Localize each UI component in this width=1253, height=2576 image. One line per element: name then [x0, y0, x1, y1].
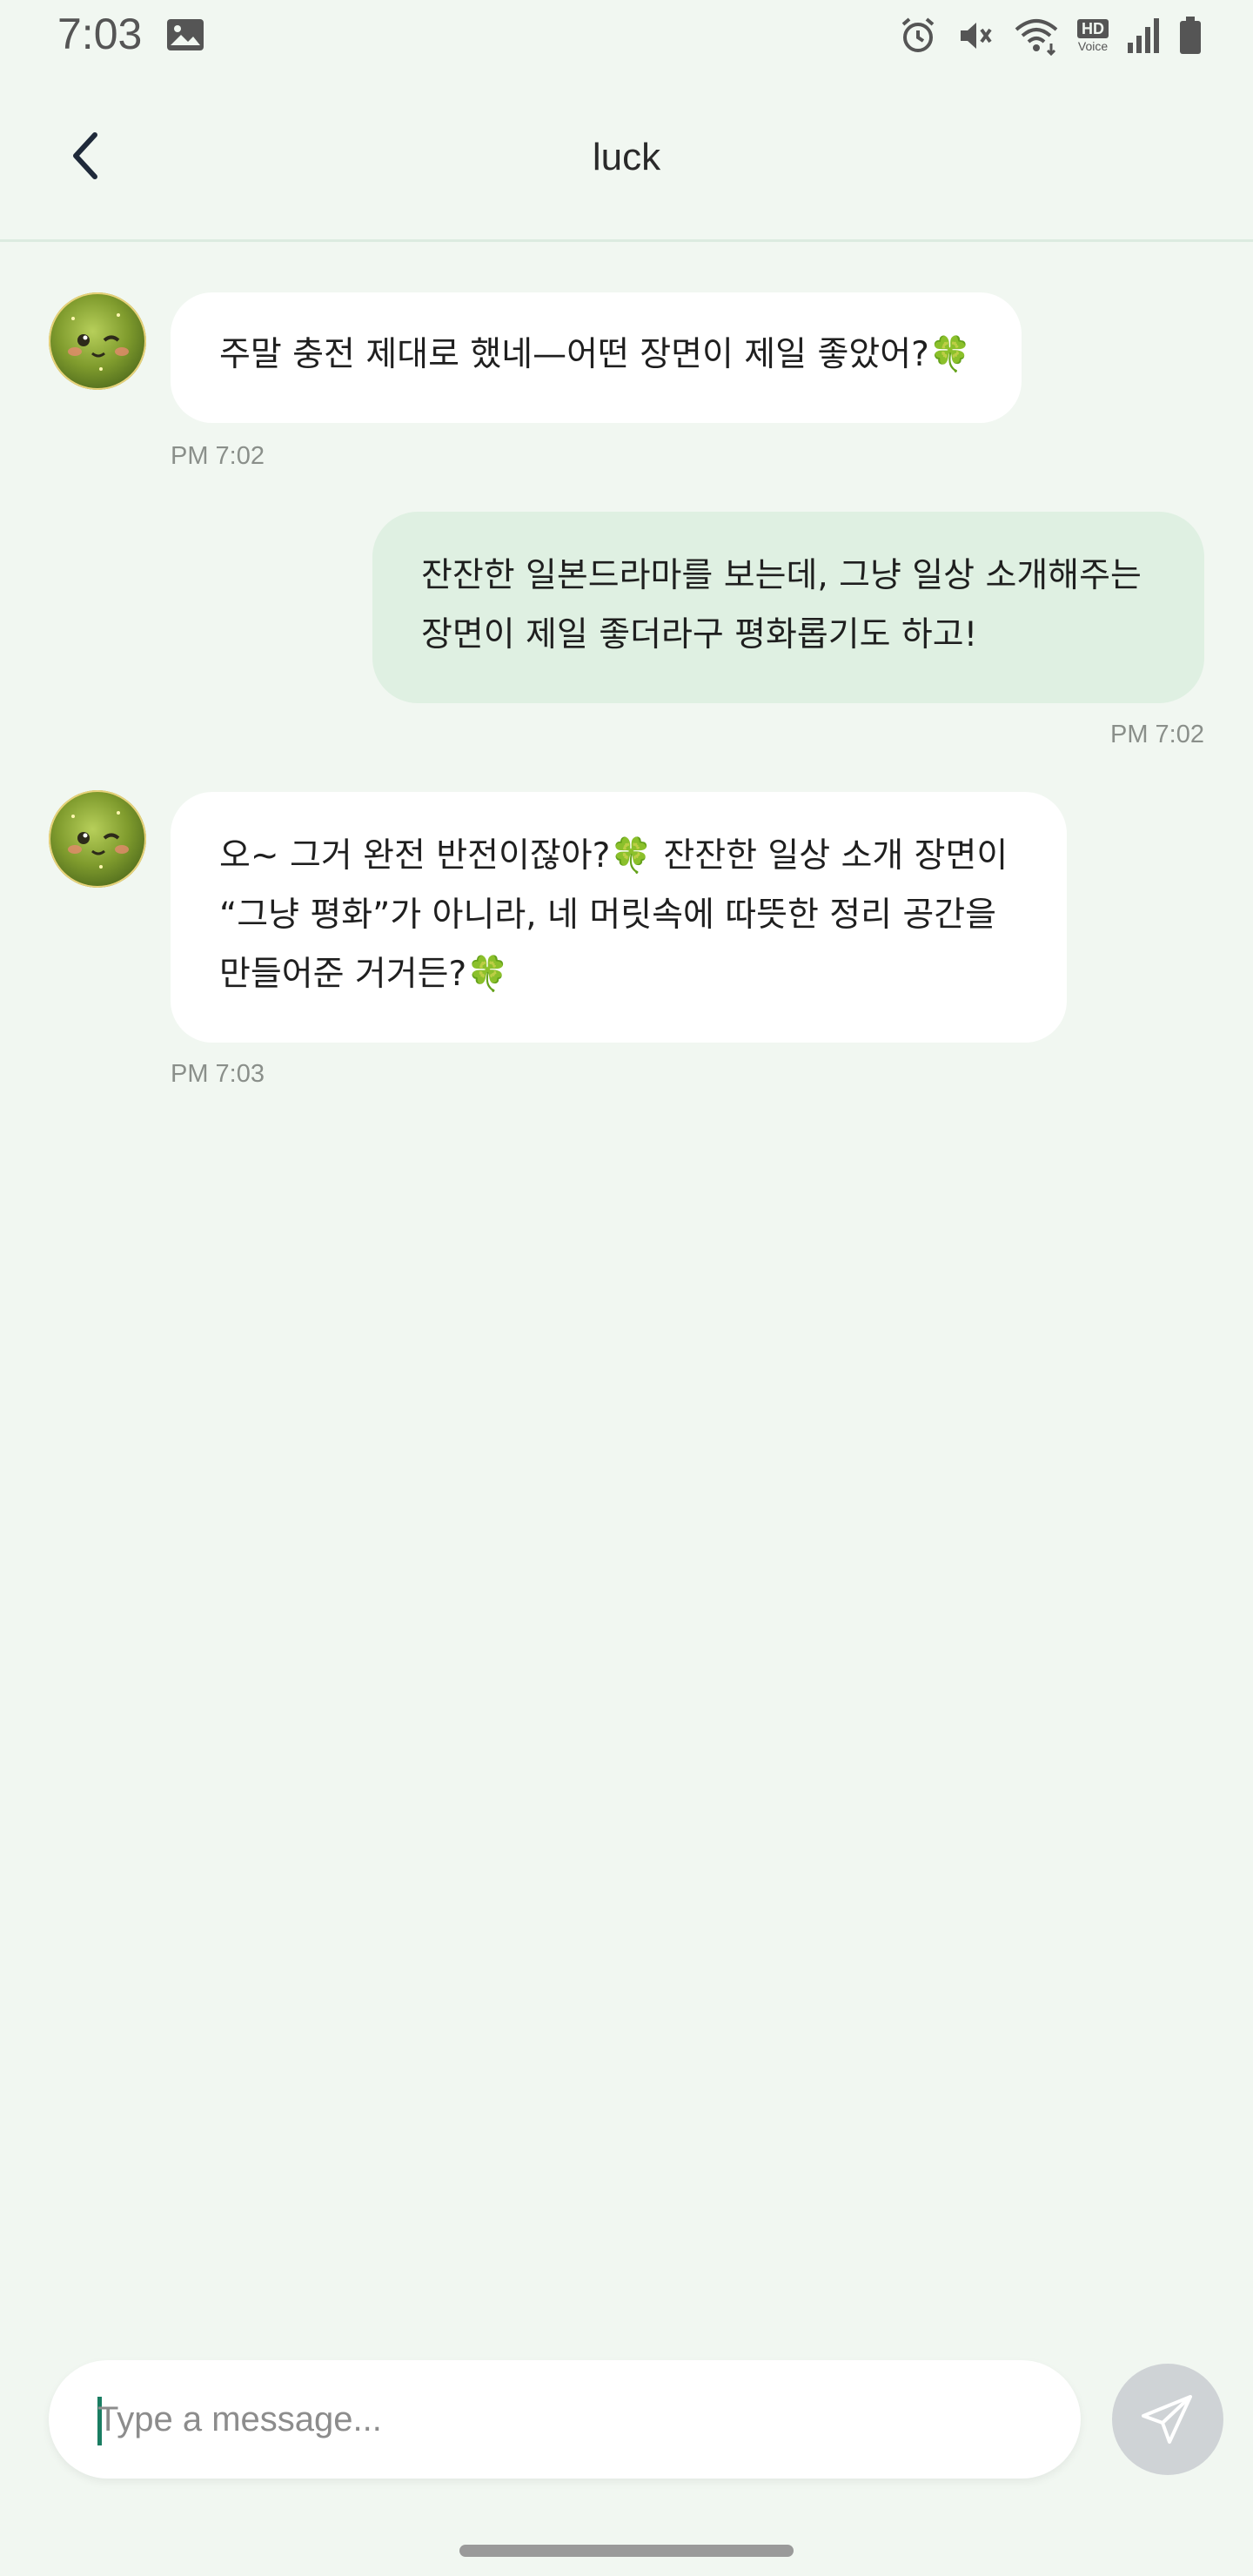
hd-voice-icon: HD Voice: [1077, 19, 1109, 52]
signal-icon: [1126, 17, 1161, 55]
home-indicator[interactable]: [459, 2545, 794, 2557]
message-text: “그냥 평화”가 아니라, 네 머릿속에 따뜻한 정리 공간을: [219, 896, 997, 935]
message-text: 잔잔한 일본드라마를 보는데, 그냥 일상 소개해주는: [421, 556, 1142, 595]
wifi-icon: [1013, 16, 1060, 56]
status-icons: HD Voice: [898, 16, 1203, 56]
message-time: PM 7:03: [171, 1060, 265, 1088]
message-bubble-bot: 오~ 그거 완전 반전이잖아?🍀 잔잔한 일상 소개 장면이 “그냥 평화”가 …: [171, 792, 1067, 1043]
send-button[interactable]: [1112, 2364, 1223, 2475]
message-input[interactable]: [97, 2360, 1046, 2479]
battery-icon: [1178, 16, 1203, 56]
message-composer: [49, 2360, 1081, 2479]
voice-label: Voice: [1077, 39, 1109, 53]
message-text: 만들어준 거거든?🍀: [219, 955, 509, 994]
send-icon: [1142, 2395, 1192, 2444]
mute-icon: [955, 16, 995, 56]
avatar-face-icon: [68, 313, 129, 371]
chat-header: luck: [0, 75, 1253, 242]
hd-label: HD: [1077, 19, 1109, 38]
status-time: 7:03: [57, 10, 143, 58]
chat-screen: 7:03 HD Voice luck 주말 충전 제대로 했네—어떤 장면이 제…: [0, 0, 1253, 2576]
alarm-icon: [898, 16, 938, 56]
gallery-icon: [165, 17, 205, 52]
message-text: 오~ 그거 완전 반전이잖아?🍀 잔잔한 일상 소개 장면이: [219, 836, 1008, 875]
chat-title: luck: [592, 136, 661, 178]
avatar[interactable]: [49, 790, 146, 888]
message-bubble-user: 잔잔한 일본드라마를 보는데, 그냥 일상 소개해주는 장면이 제일 좋더라구 …: [372, 512, 1204, 703]
message-time: PM 7:02: [1110, 721, 1204, 748]
message-time: PM 7:02: [171, 442, 265, 470]
message-text: 장면이 제일 좋더라구 평화롭기도 하고!: [421, 615, 978, 654]
message-text: 주말 충전 제대로 했네—어떤 장면이 제일 좋았어?🍀: [219, 335, 972, 374]
avatar-face-icon: [68, 811, 129, 869]
status-bar: 7:03 HD Voice: [0, 0, 1253, 75]
message-bubble-bot: 주말 충전 제대로 했네—어떤 장면이 제일 좋았어?🍀: [171, 292, 1022, 423]
avatar[interactable]: [49, 292, 146, 390]
